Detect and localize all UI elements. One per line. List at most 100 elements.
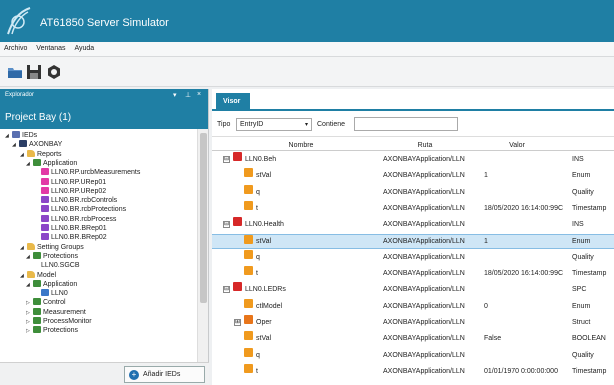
save-icon[interactable] <box>26 64 42 80</box>
tree-item-label: ProcessMonitor <box>43 318 92 325</box>
column-valor[interactable]: Valor <box>482 142 552 149</box>
table-row[interactable]: ⊟ LLN0.Health AXONBAYApplication/LLN INS <box>212 217 614 232</box>
tree-item[interactable]: ◢ Reports <box>20 149 62 159</box>
table-row[interactable]: ctlModel AXONBAYApplication/LLN 0 Enum <box>212 298 614 314</box>
table-row[interactable]: ⊞ Oper AXONBAYApplication/LLN Struct <box>212 315 614 330</box>
tree-item-label: AXONBAY <box>29 141 63 149</box>
table-row[interactable]: ⊟ LLN0.Beh AXONBAYApplication/LLN INS <box>212 152 614 167</box>
tree-item[interactable]: LLN0.BR.BRep01 <box>34 224 107 233</box>
tree-item[interactable]: ▷ Control <box>26 298 66 307</box>
cell-nombre: t <box>256 270 258 278</box>
table-row[interactable]: t AXONBAYApplication/LLN 01/01/1970 0:00:0… <box>212 363 614 379</box>
contiene-input[interactable] <box>354 117 458 131</box>
toolbar <box>0 57 614 87</box>
expand-toggle-icon[interactable]: ⊟ <box>223 156 230 163</box>
contiene-label: Contiene <box>317 121 346 128</box>
menu-ventanas[interactable]: Ventanas <box>32 42 68 52</box>
cell-tipo: INS <box>572 221 584 229</box>
tree-item[interactable]: ▷ Protections <box>26 326 78 335</box>
add-ieds-button[interactable]: + Añadir IEDs <box>124 366 205 383</box>
tree-item-label: Model <box>37 271 57 279</box>
cell-ruta: AXONBAYApplication/LLN <box>383 302 465 310</box>
data-attribute-icon <box>244 363 253 373</box>
cell-nombre: stVal <box>256 172 272 180</box>
tree-item-label: LLN0.RP.URep01 <box>51 178 107 186</box>
tree-item[interactable]: ◢ AXONBAY <box>12 140 62 149</box>
add-ieds-label: Añadir IEDs <box>143 371 181 378</box>
data-attribute-icon <box>244 331 253 341</box>
filter-bar: Tipo EntryID ▾ Contiene <box>212 113 614 137</box>
tree-item[interactable]: ◢ Application <box>26 158 77 169</box>
expand-toggle-icon[interactable]: ◢ <box>5 132 12 141</box>
cell-tipo: Enum <box>572 302 591 310</box>
tree-item[interactable]: LLN0.BR.BRep02 <box>34 233 107 242</box>
cell-tipo: Quality <box>572 253 594 261</box>
settings-icon[interactable] <box>46 64 62 80</box>
folder-icon <box>27 270 35 278</box>
cell-tipo: Enum <box>572 172 591 180</box>
logical-node-icon <box>233 282 242 292</box>
cell-nombre: LLN0.Beh <box>245 156 277 163</box>
tipo-select[interactable]: EntryID ▾ <box>236 118 312 131</box>
table-row[interactable]: ⊟ LLN0.LEDRs AXONBAYApplication/LLN SPC <box>212 282 614 297</box>
pin-icon[interactable]: ⊥ <box>185 91 191 99</box>
column-ruta[interactable]: Ruta <box>390 142 460 149</box>
tree-item[interactable]: ◢ Setting Groups <box>20 242 84 252</box>
expand-toggle-icon[interactable]: ◢ <box>26 281 33 290</box>
tree-item[interactable]: ◢ Model <box>20 270 57 280</box>
node-icon <box>33 326 41 334</box>
dropdown-icon[interactable]: ▾ <box>173 91 177 99</box>
tree-item[interactable]: LLN0.BR.rcbProtections <box>34 205 126 214</box>
table-row[interactable]: t AXONBAYApplication/LLN 18/05/2020 16:14:… <box>212 266 614 281</box>
tree-item[interactable]: ▷ Measurement <box>26 307 86 317</box>
tree-item[interactable]: LLN0.RP.urcbMeasurements <box>34 168 140 177</box>
node-icon <box>41 233 49 241</box>
cell-nombre: t <box>256 367 258 375</box>
expand-toggle-icon[interactable]: ⊟ <box>223 221 230 229</box>
grid-header: Nombre Ruta Valor <box>212 140 614 151</box>
expand-toggle-icon[interactable]: ◢ <box>12 141 19 150</box>
open-folder-icon[interactable] <box>7 64 23 80</box>
table-row[interactable]: q AXONBAYApplication/LLN Quality <box>212 184 614 200</box>
tree-item[interactable]: LLN0 <box>34 289 68 298</box>
explorer-footer: + Añadir IEDs <box>0 362 209 385</box>
tree-scrollbar[interactable] <box>197 129 208 362</box>
tree-item[interactable]: ◢ Protections <box>26 251 78 262</box>
expand-toggle-icon[interactable]: ◢ <box>26 160 33 169</box>
tree-item-label: LLN0.BR.BRep02 <box>51 234 107 242</box>
tree-item[interactable]: LLN0.BR.rcbProcess <box>34 214 116 224</box>
tree-item-label: LLN0.BR.rcbProtections <box>51 206 127 214</box>
tree-item[interactable]: ◢ Application <box>26 279 77 290</box>
tree-item[interactable]: ◢ IEDs <box>5 131 37 140</box>
cell-nombre: t <box>256 204 258 212</box>
tab-visor[interactable]: Visor <box>216 93 250 109</box>
cell-tipo: Timestamp <box>572 367 607 375</box>
tree-item[interactable]: LLN0.SGCB <box>34 261 80 270</box>
expand-toggle-icon[interactable]: ⊞ <box>234 319 241 326</box>
tree-item[interactable]: LLN0.RP.URep02 <box>34 186 106 196</box>
explorer-panel: Explorador ▾ ⊥ × Project Bay (1) ◢ IEDs ◢ A… <box>0 89 209 385</box>
table-row[interactable]: stVal AXONBAYApplication/LLN False BOOLEAN <box>212 331 614 346</box>
table-row[interactable]: q AXONBAYApplication/LLN Quality <box>212 347 614 363</box>
cell-tipo: INS <box>572 156 584 163</box>
table-row[interactable]: q AXONBAYApplication/LLN Quality <box>212 249 614 265</box>
close-icon[interactable]: × <box>197 91 201 98</box>
scrollbar-thumb[interactable] <box>200 133 207 303</box>
column-nombre[interactable]: Nombre <box>266 142 336 149</box>
expand-toggle-icon[interactable]: ⊟ <box>223 286 230 294</box>
menu-archivo[interactable]: Archivo <box>0 42 30 52</box>
node-icon <box>41 186 49 194</box>
tree-item[interactable]: LLN0.RP.URep01 <box>34 177 107 187</box>
tree-item[interactable]: LLN0.BR.rcbControls <box>34 196 117 205</box>
cell-nombre: ctlModel <box>256 302 283 310</box>
cell-ruta: AXONBAYApplication/LLN <box>383 319 465 326</box>
expand-toggle-icon[interactable]: ▷ <box>26 327 33 336</box>
data-attribute-icon <box>244 168 253 178</box>
cell-valor: 18/05/2020 16:14:00:99C <box>484 270 564 278</box>
menu-ayuda[interactable]: Ayuda <box>70 42 97 52</box>
table-row[interactable]: stVal AXONBAYApplication/LLN 1 Enum <box>212 168 614 183</box>
tree-item[interactable]: ▷ ProcessMonitor <box>26 317 92 326</box>
table-row[interactable]: stVal AXONBAYApplication/LLN 1 Enum <box>212 233 614 249</box>
expand-toggle-icon[interactable]: ◢ <box>26 253 33 262</box>
table-row[interactable]: t AXONBAYApplication/LLN 18/05/2020 16:14:… <box>212 200 614 216</box>
